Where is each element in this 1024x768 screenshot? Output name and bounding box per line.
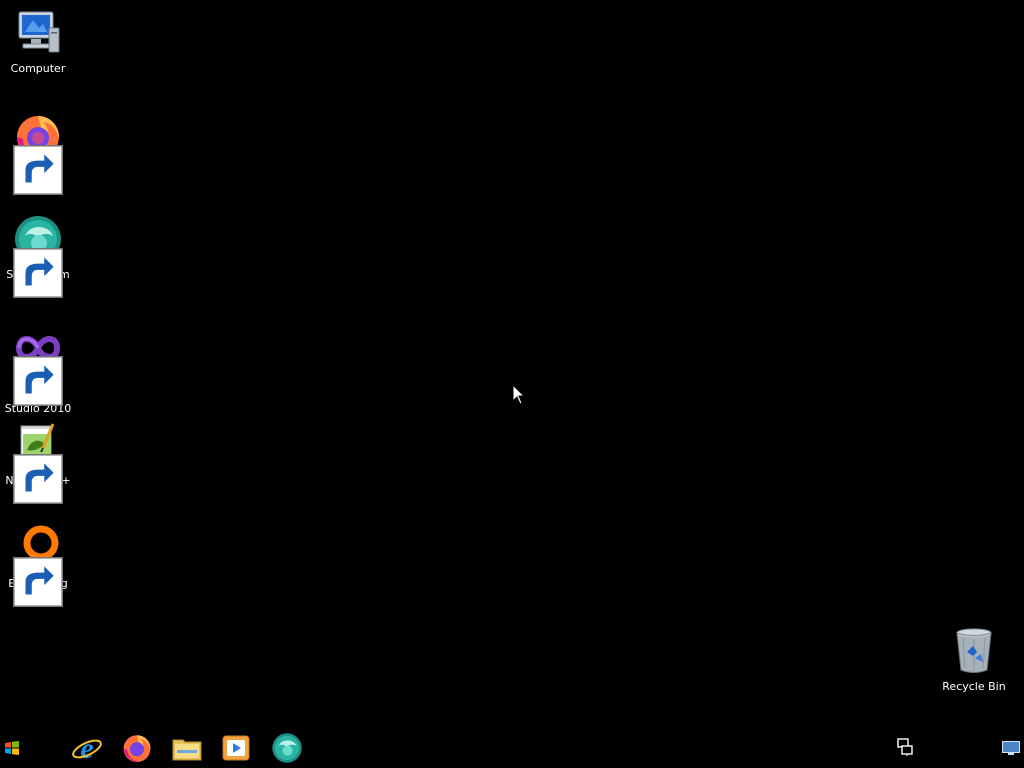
windows-logo-icon <box>4 740 20 756</box>
desktop-icon-label: Recycle Bin <box>942 680 1006 693</box>
computer-icon <box>13 8 63 58</box>
desktop-icon-supermium[interactable]: Supermium <box>0 214 76 298</box>
svg-text:e: e <box>80 732 93 764</box>
supermium-icon <box>271 732 303 764</box>
notepadpp-icon <box>13 420 63 504</box>
desktop-icon-computer[interactable]: Computer <box>0 8 76 75</box>
shortcut-arrow-icon <box>13 248 63 298</box>
desktop-icon-notepadpp[interactable]: Notepad++ <box>0 420 76 504</box>
desktop-icon-everything[interactable]: Everything <box>0 523 76 607</box>
shortcut-arrow-icon <box>13 557 63 607</box>
network-icon[interactable] <box>896 738 914 756</box>
firefox-icon <box>13 111 63 195</box>
internet-explorer-icon: e <box>71 732 103 764</box>
desktop[interactable]: Computer Firefox <box>0 0 1024 728</box>
shortcut-arrow-icon <box>13 356 63 406</box>
start-button[interactable] <box>0 736 24 760</box>
show-desktop-icon[interactable] <box>1002 740 1020 755</box>
everything-icon <box>13 523 63 607</box>
file-explorer-icon <box>171 732 203 764</box>
taskbar-internet-explorer[interactable]: e <box>69 730 105 766</box>
taskbar-firefox[interactable] <box>119 730 155 766</box>
desktop-icon-recycle-bin[interactable]: Recycle Bin <box>936 626 1012 693</box>
media-player-icon <box>220 732 252 764</box>
shortcut-arrow-icon <box>13 145 63 195</box>
firefox-icon <box>121 732 153 764</box>
taskbar-supermium[interactable] <box>269 730 305 766</box>
shortcut-arrow-icon <box>13 454 63 504</box>
visual-studio-icon <box>13 322 63 406</box>
mouse-pointer-icon <box>512 383 526 406</box>
taskbar: e <box>0 728 1024 768</box>
desktop-icon-visual-studio[interactable]: Microsoft Visual Studio 2010 <box>0 322 76 415</box>
taskbar-file-explorer[interactable] <box>169 730 205 766</box>
recycle-bin-icon <box>949 626 999 676</box>
desktop-icon-firefox[interactable]: Firefox <box>0 111 76 195</box>
supermium-icon <box>13 214 63 298</box>
taskbar-media-player[interactable] <box>218 730 254 766</box>
desktop-icon-label: Computer <box>10 62 66 75</box>
